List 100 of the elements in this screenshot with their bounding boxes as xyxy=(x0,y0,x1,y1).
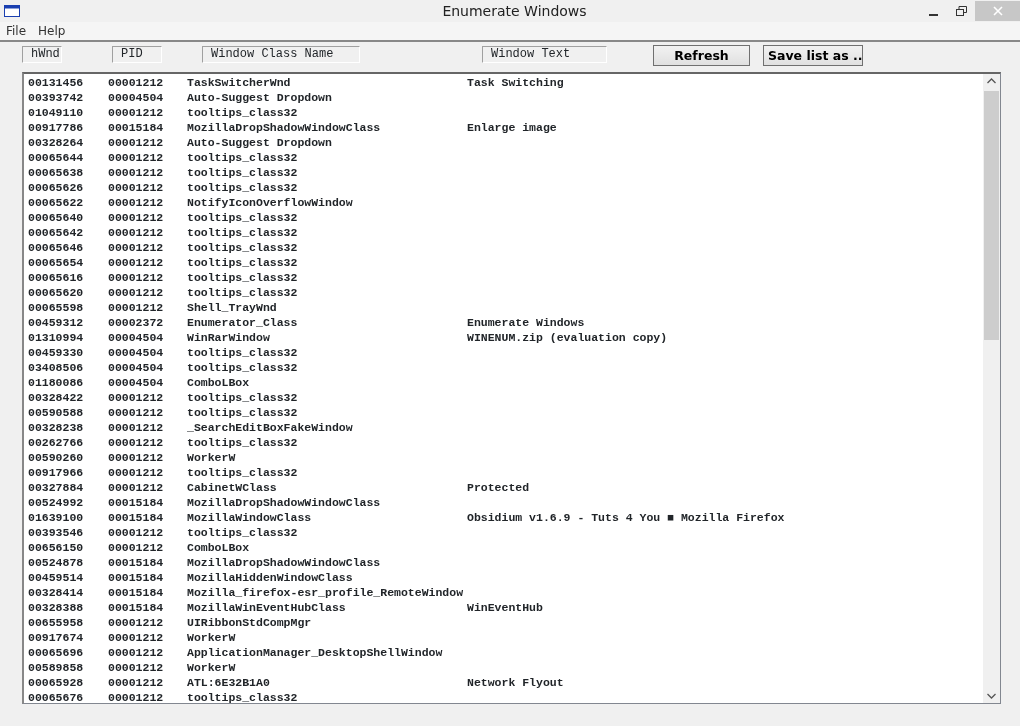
list-cell: WINENUM.zip (evaluation copy) xyxy=(467,330,668,345)
list-cell: Shell_TrayWnd xyxy=(187,300,277,315)
column-header: hWnd xyxy=(22,46,62,63)
list-cell-text: 00131456 xyxy=(28,75,85,90)
list-cell-text: 00001212 xyxy=(108,135,165,150)
list-cell: tooltips_class32 xyxy=(187,345,298,360)
list-cell: Auto-Suggest Dropdown xyxy=(187,90,332,105)
list-cell-text: 00524992 xyxy=(28,495,85,510)
list-cell-text: 00001212 xyxy=(108,255,165,270)
list-cell: Network Flyout xyxy=(467,675,564,690)
list-cell-text: 00001212 xyxy=(108,150,165,165)
list-cell-text: 00065620 xyxy=(28,285,85,300)
restore-icon xyxy=(955,6,967,16)
list-cell: _SearchEditBoxFakeWindow xyxy=(187,420,353,435)
list-cell-text: 00001212 xyxy=(108,660,165,675)
list-cell-text: 01639100 xyxy=(28,510,85,525)
list-cell-text: MozillaWinEventHubClass xyxy=(187,600,347,615)
list-cell-text: 00590588 xyxy=(28,405,85,420)
list-cell-text: MozillaWindowClass xyxy=(187,510,313,525)
list-cell-text: 00524878 xyxy=(28,555,85,570)
list-cell-text: 00001212 xyxy=(108,165,165,180)
list-cell: WorkerW xyxy=(187,450,236,465)
list-cell: tooltips_class32 xyxy=(187,165,298,180)
list-cell-text: 00001212 xyxy=(108,540,165,555)
list-cell-text: 00001212 xyxy=(108,270,165,285)
menu-item[interactable]: Help xyxy=(32,22,72,40)
list-cell-text: 00459330 xyxy=(28,345,85,360)
list-cell-text: CabinetWClass xyxy=(187,480,278,495)
list-cell-text: 00917966 xyxy=(28,465,85,480)
list-cell-text: 00015184 xyxy=(108,555,165,570)
scroll-down-icon[interactable] xyxy=(987,693,996,699)
list-cell-text: 00328388 xyxy=(28,600,85,615)
list-cell-text: 00328422 xyxy=(28,390,85,405)
list-cell-text: 00004504 xyxy=(108,330,165,345)
list-cell-text: 00004504 xyxy=(108,360,165,375)
list-cell-text: 00328238 xyxy=(28,420,85,435)
list-cell-text: 00015184 xyxy=(108,570,165,585)
list-cell-text: MozillaDropShadowWindowClass xyxy=(187,120,382,135)
list-cell-text: 00393546 xyxy=(28,525,85,540)
scrollbar[interactable] xyxy=(983,74,1000,703)
list-cell: tooltips_class32 xyxy=(187,225,298,240)
list-cell: MozillaHiddenWindowClass xyxy=(187,570,353,585)
list-cell-text: 00393742 xyxy=(28,90,85,105)
list-cell-text: ATL:6E32B1A0 xyxy=(187,675,271,690)
list-cell-text: 00015184 xyxy=(108,600,165,615)
window-title: Enumerate Windows xyxy=(441,1,588,21)
list-cell-text: 00004504 xyxy=(108,375,165,390)
list-cell: tooltips_class32 xyxy=(187,405,298,420)
list-cell-text: 00001212 xyxy=(108,450,165,465)
list-cell: UIRibbonStdCompMgr xyxy=(187,615,312,630)
list-cell: WinEventHub xyxy=(467,600,543,615)
list-cell-text: 00656150 xyxy=(28,540,85,555)
list-cell: WorkerW xyxy=(187,660,236,675)
list-cell-text: 00917674 xyxy=(28,630,85,645)
list-cell-text: 00001212 xyxy=(108,630,165,645)
list-cell: Obsidium v1.6.9 - Tuts 4 You ■ Mozilla Firefox xyxy=(467,510,785,525)
list-cell-text: Enumerator_Class xyxy=(187,315,299,330)
list-cell: Protected xyxy=(467,480,530,495)
list-cell-text: 00065638 xyxy=(28,165,85,180)
list-cell-text: 00065598 xyxy=(28,300,85,315)
list-cell: ComboLBox xyxy=(187,540,250,555)
list-cell-text: 00001212 xyxy=(108,645,165,660)
list-cell: tooltips_class32 xyxy=(187,270,298,285)
list-cell-text: 03408506 xyxy=(28,360,85,375)
list-cell: ComboLBox xyxy=(187,375,250,390)
list-cell-text: 00015184 xyxy=(108,510,165,525)
list-cell-text: 00001212 xyxy=(108,300,165,315)
list-cell: NotifyIconOverflowWindow xyxy=(187,195,353,210)
list-cell-text: 00065646 xyxy=(28,240,85,255)
list-cell-text: 00004504 xyxy=(108,90,165,105)
close-icon xyxy=(992,6,1003,16)
list-cell-text: TaskSwitcherWnd xyxy=(187,75,292,90)
list-cell: Mozilla_firefox-esr_profile_RemoteWindow xyxy=(187,585,464,600)
save-list-button[interactable]: Save list as .. xyxy=(763,45,863,66)
app-icon xyxy=(4,5,20,17)
column-header: Window Class Name xyxy=(202,46,360,63)
window-list[interactable] xyxy=(22,72,1001,704)
list-cell-text: 00590260 xyxy=(28,450,85,465)
list-cell-text: 01180086 xyxy=(28,375,85,390)
list-cell-text: 00328414 xyxy=(28,585,85,600)
list-cell-text: 00001212 xyxy=(108,405,165,420)
scroll-up-icon[interactable] xyxy=(987,78,996,84)
list-cell: tooltips_class32 xyxy=(187,105,298,120)
list-cell-text: 00589858 xyxy=(28,660,85,675)
list-cell-text: 00065640 xyxy=(28,210,85,225)
menu-item[interactable]: File xyxy=(0,22,33,40)
list-cell-text: 00065928 xyxy=(28,675,85,690)
list-cell: tooltips_class32 xyxy=(187,285,298,300)
refresh-button[interactable]: Refresh xyxy=(653,45,750,66)
list-cell-text: 00917786 xyxy=(28,120,85,135)
list-cell-text: 00001212 xyxy=(108,525,165,540)
minimize-icon xyxy=(928,14,938,16)
list-cell-text: 00065616 xyxy=(28,270,85,285)
list-cell-text: 00001212 xyxy=(108,210,165,225)
list-cell-text: 00001212 xyxy=(108,195,165,210)
list-cell-text: 00065626 xyxy=(28,180,85,195)
column-header: Window Text xyxy=(482,46,607,63)
list-cell-text: 00327884 xyxy=(28,480,85,495)
scroll-thumb[interactable] xyxy=(984,91,999,340)
list-cell-text: 00001212 xyxy=(108,480,165,495)
